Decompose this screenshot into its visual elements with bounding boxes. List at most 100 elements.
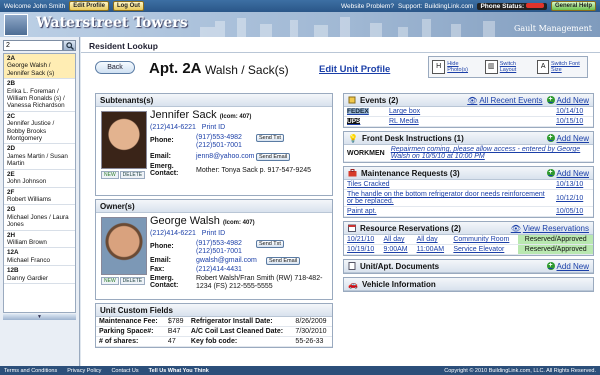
cell-phone[interactable]: (917)553-4982 <box>196 240 242 247</box>
subtenant-photo <box>101 111 147 169</box>
add-event-button[interactable]: + Add New <box>546 96 589 105</box>
logout-button[interactable]: Log Out <box>112 1 144 11</box>
unit-list-item[interactable]: 2B Erika L. Foreman / William Ronalds (s)… <box>4 79 75 112</box>
eye-icon: 👁 <box>467 95 478 105</box>
field-value: B47 <box>164 326 188 337</box>
table-row[interactable]: Paint apt. 10/05/10 <box>344 206 593 217</box>
reservation-date[interactable]: 10/19/10 <box>344 244 381 255</box>
view-reservations-link[interactable]: 👁 View Reservations <box>511 224 589 233</box>
delete-photo-button[interactable]: DELETE <box>119 171 146 179</box>
delete-photo-button[interactable]: DELETE <box>119 277 146 285</box>
table-row[interactable]: The handle on the bottom refrigerator do… <box>344 189 593 207</box>
print-id-link[interactable]: Print ID <box>202 124 225 131</box>
reservation-end[interactable]: 11:00AM <box>413 244 451 255</box>
feedback-link[interactable]: Tell Us What You Think <box>149 368 209 374</box>
maintenance-table: Tiles Cracked 10/13/10 The handle on the … <box>344 180 593 217</box>
add-instruction-label: Add New <box>556 133 589 143</box>
table-row[interactable]: 10/21/10 All day All day Community Room Rese… <box>344 235 593 245</box>
search-button[interactable] <box>63 40 76 51</box>
icom-label: (Icom: 407) <box>219 114 252 120</box>
events-header: Events (2) 👁 All Recent Events + Add New <box>344 94 593 107</box>
request-date[interactable]: 10/12/10 <box>553 189 593 207</box>
reservation-start[interactable]: 9:00AM <box>380 244 414 255</box>
scroll-down-button[interactable]: ▼ <box>3 314 76 320</box>
unit-list-item[interactable]: 2E John Johnson <box>4 170 75 188</box>
owners-header: Owner(s) <box>96 200 332 213</box>
reservation-resource[interactable]: Service Elevator <box>450 244 519 255</box>
hide-photos-tool[interactable]: H Hide Photo(s) <box>429 57 482 77</box>
request-date[interactable]: 10/05/10 <box>553 206 593 217</box>
edit-profile-button[interactable]: Edit Profile <box>69 1 109 11</box>
switch-layout-tool[interactable]: ▥ Switch Layout <box>482 57 535 77</box>
reservation-resource[interactable]: Community Room <box>450 235 519 245</box>
field-label: A/C Coil Last Cleaned Date: <box>187 326 293 337</box>
table-row[interactable]: Tiles Cracked 10/13/10 <box>344 180 593 190</box>
event-date[interactable]: 10/15/10 <box>553 116 593 127</box>
event-date[interactable]: 10/14/10 <box>553 107 593 117</box>
unit-search <box>3 40 76 51</box>
unit-list-item[interactable]: 2H William Brown <box>4 231 75 249</box>
general-help-button[interactable]: General Help <box>550 1 596 11</box>
add-request-button[interactable]: + Add New <box>546 169 589 178</box>
table-row[interactable]: UPS RL Media 10/15/10 <box>344 116 593 127</box>
send-text-button[interactable]: Send Txt <box>256 134 284 142</box>
send-text-button[interactable]: Send Txt <box>256 240 284 248</box>
table-row[interactable]: WORKMEN Repairmen coming, please allow ac… <box>344 145 593 162</box>
all-recent-events-link[interactable]: 👁 All Recent Events <box>467 96 542 105</box>
unit-list-item[interactable]: 12A Michael Franco <box>4 248 75 267</box>
new-photo-button[interactable]: NEW <box>101 277 119 285</box>
plus-icon: + <box>546 169 555 177</box>
photo-actions: NEW DELETE <box>101 171 146 179</box>
new-photo-button[interactable]: NEW <box>101 171 119 179</box>
unit-list-item[interactable]: 2F Robert Williams <box>4 188 75 206</box>
switch-font-tool[interactable]: A Switch Font Size <box>534 57 587 77</box>
add-instruction-button[interactable]: + Add New <box>546 133 589 143</box>
primary-phone[interactable]: (212)414-6221 <box>150 230 196 237</box>
unit-search-input[interactable] <box>3 40 63 51</box>
website-problem-link[interactable]: Website Problem? <box>341 3 394 10</box>
unit-list-item[interactable]: 2G Michael Jones / Laura Jones <box>4 205 75 231</box>
instruction-text[interactable]: Repairmen coming, please allow access - … <box>387 145 593 162</box>
request-description[interactable]: Tiles Cracked <box>344 180 553 190</box>
add-document-button[interactable]: + Add New <box>546 262 589 271</box>
reservation-end[interactable]: All day <box>413 235 451 245</box>
event-description[interactable]: RL Media <box>386 116 553 127</box>
instruction-category: WORKMEN <box>344 145 388 162</box>
email-link[interactable]: gwalsh@gmail.com <box>196 257 257 264</box>
reservation-start[interactable]: All day <box>380 235 414 245</box>
subtenants-header: Subtenants(s) <box>96 94 332 107</box>
front-desk-title: Front Desk Instructions (1) <box>361 133 464 143</box>
table-row[interactable]: FEDEX Large box 10/14/10 <box>344 107 593 117</box>
send-email-button[interactable]: Send Email <box>256 153 291 161</box>
unit-list-item[interactable]: 2A George Walsh / Jennifer Sack (s) <box>4 54 75 80</box>
unit-list-item[interactable]: 2C Jennifer Justice / Bobby Brooks Montgo… <box>4 112 75 145</box>
work-phone[interactable]: (212)501-7001 <box>196 142 242 149</box>
unit-list-item[interactable]: 2D James Martin / Susan Martin <box>4 144 75 170</box>
field-label: Refrigerator Install Date: <box>187 317 293 327</box>
event-description[interactable]: Large box <box>386 107 553 117</box>
unit-residents: James Martin / Susan Martin <box>7 152 68 168</box>
print-id-link[interactable]: Print ID <box>202 230 225 237</box>
custom-fields-table: Maintenance Fee: $789 Refrigerator Install… <box>96 317 332 347</box>
work-phone[interactable]: (212)501-7001 <box>196 248 242 255</box>
email-label: Email: <box>150 257 172 264</box>
request-date[interactable]: 10/13/10 <box>553 180 593 190</box>
request-description[interactable]: Paint apt. <box>344 206 553 217</box>
email-link[interactable]: jenn8@yahoo.com <box>196 153 254 160</box>
request-description[interactable]: The handle on the bottom refrigerator do… <box>344 189 553 207</box>
cell-phone[interactable]: (917)553-4982 <box>196 134 242 141</box>
page-title: Resident Lookup <box>81 37 600 53</box>
contact-link[interactable]: Contact Us <box>111 368 138 374</box>
back-button[interactable]: Back <box>95 61 135 74</box>
send-email-button[interactable]: Send Email <box>266 257 301 265</box>
privacy-link[interactable]: Privacy Policy <box>67 368 101 374</box>
unit-list-item[interactable]: 12B Danny Gardier <box>4 266 75 284</box>
terms-link[interactable]: Terms and Conditions <box>4 368 57 374</box>
field-label: Parking Space#: <box>96 326 165 337</box>
edit-unit-profile-link[interactable]: Edit Unit Profile <box>319 64 390 75</box>
reservation-date[interactable]: 10/21/10 <box>344 235 381 245</box>
right-column: Events (2) 👁 All Recent Events + Add New F… <box>343 93 594 295</box>
table-row[interactable]: 10/19/10 9:00AM 11:00AM Service Elevator Res… <box>344 244 593 255</box>
primary-phone[interactable]: (212)414-6221 <box>150 124 196 131</box>
custom-fields-panel: Unit Custom Fields Maintenance Fee: $789 R… <box>95 303 333 348</box>
